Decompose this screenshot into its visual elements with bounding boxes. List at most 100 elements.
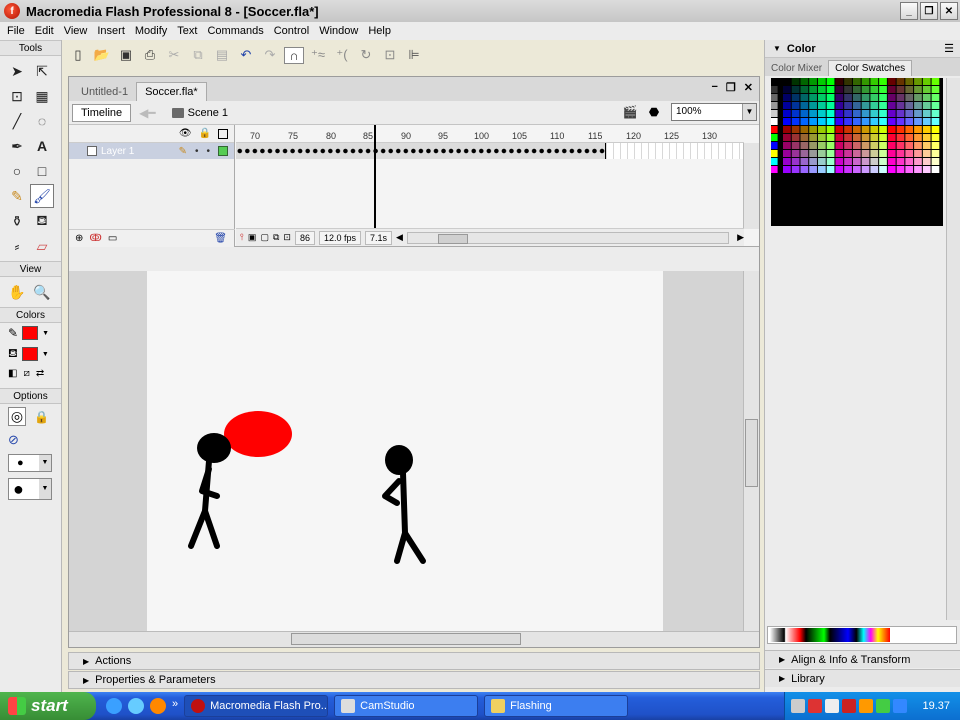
stroke-color-swatch[interactable] <box>22 326 39 340</box>
ink-bottle-tool-icon[interactable]: ⚱ <box>5 209 29 233</box>
panel-menu-icon[interactable]: ☰ <box>944 42 954 55</box>
task-flashing[interactable]: Flashing <box>484 695 629 717</box>
copy-icon[interactable]: ⧉ <box>188 47 208 63</box>
doc-tab-soccer[interactable]: Soccer.fla* <box>136 82 207 101</box>
horizontal-scroll-thumb[interactable] <box>291 633 521 645</box>
properties-panel-header[interactable]: ▶ Properties & Parameters <box>68 671 760 689</box>
back-arrow-icon[interactable]: ◀━ <box>139 106 155 120</box>
tray-shield-icon[interactable] <box>842 699 856 713</box>
browser-icon[interactable] <box>128 698 144 714</box>
gradient-swatches[interactable] <box>767 626 957 644</box>
modify-markers-icon[interactable]: ⊡ <box>283 232 291 243</box>
zoom-tool-icon[interactable]: 🔍 <box>30 280 54 304</box>
paste-icon[interactable]: ▤ <box>212 47 232 63</box>
menu-commands[interactable]: Commands <box>202 25 268 37</box>
lasso-tool-icon[interactable]: ◌ <box>30 109 54 133</box>
restore-button[interactable]: ❐ <box>920 2 938 20</box>
start-button[interactable]: start <box>0 692 96 720</box>
close-button[interactable]: ✕ <box>940 2 958 20</box>
menu-edit[interactable]: Edit <box>30 25 59 37</box>
stage[interactable] <box>147 271 663 631</box>
brush-size-select[interactable]: ● ▼ <box>8 454 52 472</box>
no-color-icon[interactable]: ⧄ <box>23 368 29 379</box>
subselection-tool-icon[interactable]: ⇱ <box>30 59 54 83</box>
scene-breadcrumb[interactable]: Scene 1 <box>171 107 228 119</box>
lock-dot-icon[interactable]: • <box>206 146 210 157</box>
doc-restore-icon[interactable]: ❐ <box>726 81 736 94</box>
media-icon[interactable] <box>150 698 166 714</box>
outline-color-square[interactable] <box>218 145 228 156</box>
timeline-vertical-scrollbar[interactable] <box>743 143 759 229</box>
menu-insert[interactable]: Insert <box>92 25 130 37</box>
menu-view[interactable]: View <box>59 25 93 37</box>
text-tool-icon[interactable]: A <box>30 134 54 158</box>
edit-symbols-icon[interactable]: ⬣ <box>645 105 663 121</box>
print-icon[interactable]: ⎙ <box>140 47 160 63</box>
tray-volume-icon[interactable] <box>825 699 839 713</box>
lock-icon[interactable]: 🔒 <box>199 128 211 139</box>
outline-icon[interactable] <box>218 128 228 139</box>
tray-camstudio-icon[interactable] <box>808 699 822 713</box>
minimize-button[interactable]: _ <box>900 2 918 20</box>
new-file-icon[interactable]: ▯ <box>68 47 88 63</box>
visibility-dot-icon[interactable]: • <box>195 146 199 157</box>
color-swatches-grid[interactable] <box>771 78 943 226</box>
hand-tool-icon[interactable]: ✋ <box>5 280 29 304</box>
black-white-icon[interactable]: ◧ <box>8 368 17 379</box>
redo-icon[interactable]: ↷ <box>260 47 280 63</box>
eraser-tool-icon[interactable]: ▱ <box>30 234 54 258</box>
tray-update-icon[interactable] <box>876 699 890 713</box>
fill-color-swatch[interactable] <box>21 347 38 361</box>
brush-shape-select[interactable]: ● ▼ <box>8 478 52 500</box>
delete-layer-icon[interactable]: 🗑 <box>214 233 227 244</box>
scroll-right-icon[interactable]: ▶ <box>737 232 744 243</box>
eyedropper-tool-icon[interactable]: ⸗ <box>5 234 29 258</box>
center-frame-icon[interactable]: ⫯ <box>240 232 244 243</box>
stage-horizontal-scrollbar[interactable] <box>69 631 759 647</box>
straighten-icon[interactable]: ⁺( <box>332 47 352 63</box>
lock-fill-icon[interactable]: 🔒 <box>34 410 49 424</box>
zoom-select[interactable]: 100% ▼ <box>671 103 757 121</box>
more-arrows-icon[interactable]: » <box>172 698 178 714</box>
pencil-tool-icon[interactable]: ✎ <box>5 184 29 208</box>
pen-tool-icon[interactable]: ✒ <box>5 134 29 158</box>
task-camstudio[interactable]: CamStudio <box>334 695 479 717</box>
menu-modify[interactable]: Modify <box>130 25 172 37</box>
free-transform-tool-icon[interactable]: ⊡ <box>5 84 29 108</box>
tray-user-icon[interactable] <box>893 699 907 713</box>
timeline-horizontal-scrollbar[interactable] <box>406 231 730 244</box>
selection-tool-icon[interactable]: ➤ <box>5 59 29 83</box>
save-icon[interactable]: ▣ <box>116 47 136 63</box>
menu-file[interactable]: File <box>2 25 30 37</box>
flash-app-icon[interactable]: f <box>4 3 20 19</box>
insert-folder-icon[interactable]: ▭ <box>108 233 117 244</box>
smooth-icon[interactable]: ⁺≈ <box>308 47 328 63</box>
insert-layer-icon[interactable]: ⊕ <box>75 233 83 244</box>
onion-skin-icon[interactable]: ▣ <box>248 232 257 243</box>
playhead[interactable] <box>374 125 376 229</box>
snap-magnet-icon[interactable]: ∩ <box>284 46 304 64</box>
menu-help[interactable]: Help <box>363 25 396 37</box>
scale-icon[interactable]: ⊡ <box>380 47 400 63</box>
swatches-scrollbar[interactable] <box>946 78 960 620</box>
library-panel-header[interactable]: ▶ Library <box>765 669 960 687</box>
layer-row[interactable]: Layer 1 ✎ • • <box>69 143 234 159</box>
stage-vertical-scrollbar[interactable] <box>743 271 759 631</box>
menu-control[interactable]: Control <box>269 25 314 37</box>
frame-ruler[interactable]: 70 75 80 85 90 95 100 105 110 115 120 12… <box>236 125 744 143</box>
scroll-left-icon[interactable]: ◀ <box>396 232 403 243</box>
tab-color-mixer[interactable]: Color Mixer <box>765 61 828 76</box>
paint-bucket-tool-icon[interactable]: ⛾ <box>30 209 54 233</box>
rotate-icon[interactable]: ↻ <box>356 47 376 63</box>
align-icon[interactable]: ⊫ <box>404 47 424 63</box>
onion-outlines-icon[interactable]: ▢ <box>260 232 269 243</box>
undo-icon[interactable]: ↶ <box>236 47 256 63</box>
tray-network-icon[interactable] <box>791 699 805 713</box>
brush-pressure-icon[interactable]: ⊘ <box>8 432 19 448</box>
frames-area[interactable]: 70 75 80 85 90 95 100 105 110 115 120 12… <box>236 125 744 229</box>
gradient-transform-tool-icon[interactable]: ▦ <box>30 84 54 108</box>
edit-scene-icon[interactable]: 🎬 <box>621 105 639 121</box>
line-tool-icon[interactable]: ╱ <box>5 109 29 133</box>
brush-tool-icon[interactable]: 🖌 <box>30 184 54 208</box>
tray-antivirus-icon[interactable] <box>859 699 873 713</box>
